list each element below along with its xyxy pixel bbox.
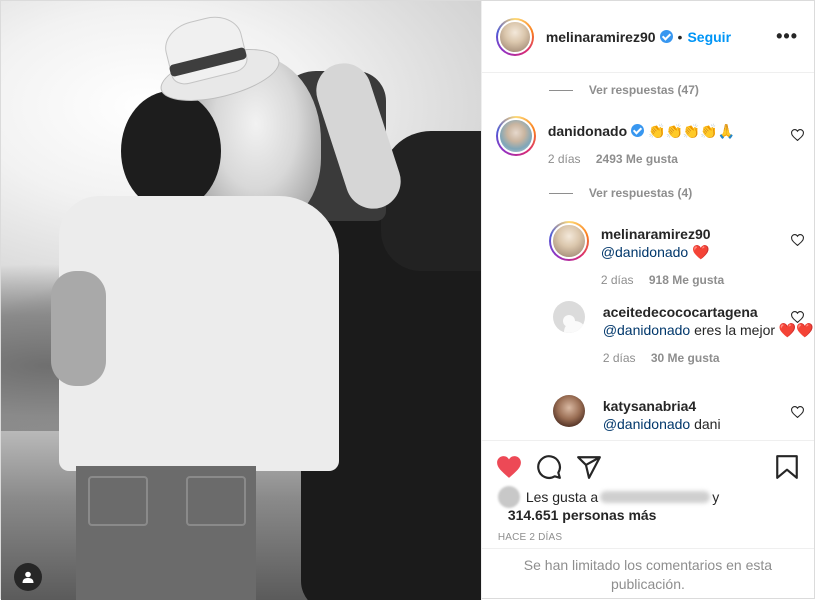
post-timestamp[interactable]: HACE 2 DÍAS	[482, 528, 814, 548]
reply-likes[interactable]: 918 Me gusta	[649, 273, 724, 287]
bookmark-icon[interactable]	[774, 454, 800, 480]
post-sidebar: melinaramirez90 • Seguir ••• Ver respues…	[480, 1, 814, 600]
user-tag-icon[interactable]	[14, 563, 42, 591]
comment-username[interactable]: danidonado	[548, 123, 627, 139]
share-icon[interactable]	[576, 454, 602, 480]
separator-dot: •	[677, 28, 683, 45]
liker-username-blurred[interactable]	[600, 491, 711, 503]
reply-time[interactable]: 2 días	[601, 273, 634, 287]
likes-summary: Les gusta a y 314.651 personas más	[482, 486, 814, 528]
jeans-pocket	[88, 476, 148, 526]
reply-heart-icon[interactable]	[791, 406, 804, 418]
reply-text: ❤️	[688, 244, 710, 260]
reply-username[interactable]: melinaramirez90	[601, 226, 711, 242]
comment-heart-icon[interactable]	[791, 129, 804, 141]
reply-heart-icon[interactable]	[791, 234, 804, 246]
reply-avatar-default[interactable]	[552, 301, 585, 333]
reply-username[interactable]: katysanabria4	[603, 398, 696, 414]
reply-text: dani	[690, 416, 721, 432]
reply-heart-icon[interactable]	[791, 311, 804, 323]
post-header: melinaramirez90 • Seguir •••	[481, 1, 814, 73]
instagram-post: melinaramirez90 • Seguir ••• Ver respues…	[0, 0, 815, 600]
comments-section[interactable]: Ver respuestas (47) danidonado 👏👏👏👏🙏 2 d…	[482, 73, 814, 440]
comment-icon[interactable]	[536, 454, 562, 480]
action-bar	[481, 440, 814, 492]
liker-avatar[interactable]	[497, 486, 520, 508]
reply-mention[interactable]: @danidonado	[601, 244, 688, 260]
author-avatar[interactable]	[495, 17, 534, 56]
likes-prefix: Les gusta a	[525, 489, 599, 505]
reply-item: katysanabria4 @danidonado dani	[552, 395, 721, 433]
comment-likes[interactable]: 2493 Me gusta	[596, 152, 678, 166]
reply-item: melinaramirez90 @danidonado ❤️ 2 días 91…	[548, 221, 724, 287]
likes-suffix: y	[712, 489, 720, 505]
comment-time[interactable]: 2 días	[548, 152, 581, 166]
comment-avatar[interactable]	[495, 116, 536, 156]
reply-username[interactable]: aceitedecococartagena	[603, 304, 758, 320]
reply-mention[interactable]: @danidonado	[603, 416, 690, 432]
comments-limited-notice: Se han limitado los comentarios en esta …	[481, 548, 814, 600]
likes-count[interactable]: 314.651 personas más	[508, 507, 657, 523]
more-icon[interactable]: •••	[776, 26, 798, 47]
photo-man-head	[121, 91, 221, 211]
comment-item: danidonado 👏👏👏👏🙏 2 días 2493 Me gusta	[495, 116, 736, 166]
follow-button[interactable]: Seguir	[687, 29, 731, 45]
photo-jeans	[76, 466, 256, 600]
photo-man-arm	[51, 271, 106, 386]
post-photo[interactable]	[1, 1, 481, 600]
author-username[interactable]: melinaramirez90	[546, 29, 656, 45]
reply-mention[interactable]: @danidonado	[603, 322, 690, 338]
reply-time[interactable]: 2 días	[603, 351, 636, 365]
jeans-pocket	[186, 476, 246, 526]
reply-likes[interactable]: 30 Me gusta	[651, 351, 720, 365]
reply-item: aceitedecococartagena @danidonado eres l…	[552, 301, 814, 365]
verified-icon	[659, 30, 673, 43]
reply-avatar[interactable]	[552, 395, 585, 427]
verified-icon	[631, 124, 645, 137]
comment-text: 👏👏👏👏🙏	[648, 123, 736, 139]
photo-horse-neck	[381, 131, 481, 271]
heart-icon[interactable]	[496, 454, 522, 480]
view-replies-button[interactable]: Ver respuestas (4)	[548, 186, 692, 200]
reply-avatar[interactable]	[548, 221, 589, 261]
reply-text: eres la mejor ❤️❤️	[690, 322, 814, 338]
view-replies-button[interactable]: Ver respuestas (47)	[548, 83, 699, 97]
